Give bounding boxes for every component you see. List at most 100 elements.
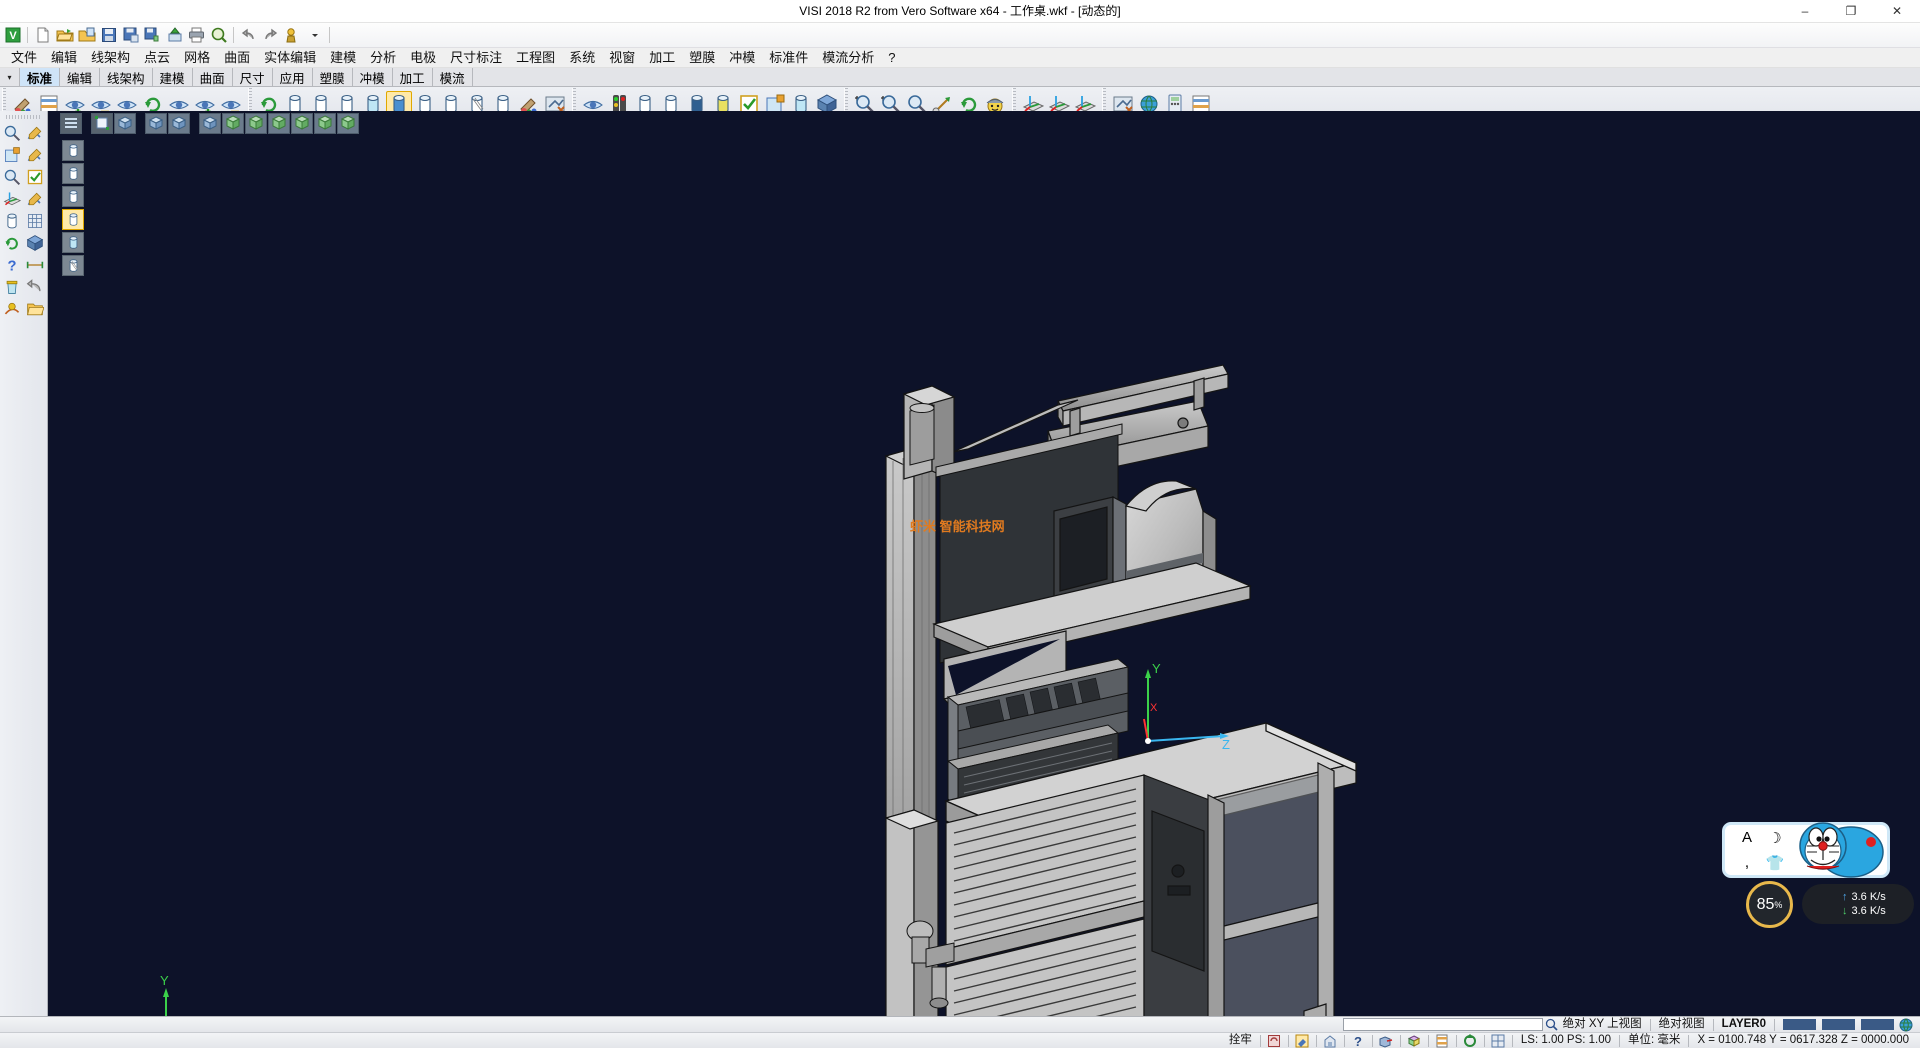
menu-item-12[interactable]: 系统 (562, 48, 602, 68)
color-palette-icon[interactable] (1, 210, 24, 232)
snap-help-icon[interactable]: ? (1350, 1033, 1367, 1048)
viewport-canvas[interactable]: Y Z X Y Z X 虾米 智能科技网 (48, 111, 1920, 1016)
view-right-icon[interactable] (245, 113, 267, 134)
tab-0[interactable]: 标准 (20, 68, 60, 86)
snap-home-icon[interactable] (1322, 1033, 1339, 1048)
status-layer[interactable]: LAYER0 (1719, 1017, 1769, 1032)
snap-grid-icon[interactable] (1490, 1033, 1507, 1048)
undo-icon[interactable] (238, 25, 259, 46)
menu-item-8[interactable]: 分析 (363, 48, 403, 68)
analysis-tool-icon[interactable] (1, 298, 24, 320)
view-list-icon[interactable] (60, 113, 82, 134)
tab-6[interactable]: 应用 (273, 68, 313, 86)
open-folder-icon[interactable] (54, 25, 75, 46)
maximize-button[interactable]: ❐ (1828, 0, 1874, 23)
save-icon[interactable] (98, 25, 119, 46)
menu-item-7[interactable]: 建模 (323, 48, 363, 68)
snap-magnet-icon[interactable] (1294, 1033, 1311, 1048)
palette-section-icon[interactable] (62, 255, 84, 276)
menu-item-17[interactable]: 标准件 (762, 48, 815, 68)
palette-shaded-icon[interactable] (62, 209, 84, 230)
view-top-icon[interactable] (222, 113, 244, 134)
workplane-tool-icon[interactable] (1, 188, 24, 210)
redo-icon[interactable] (260, 25, 281, 46)
tab-1[interactable]: 编辑 (60, 68, 100, 86)
tab-3[interactable]: 建模 (153, 68, 193, 86)
menu-item-5[interactable]: 曲面 (217, 48, 257, 68)
edit-curve-icon[interactable] (24, 188, 47, 210)
undo-tool-icon[interactable] (24, 276, 47, 298)
minimize-button[interactable]: – (1782, 0, 1828, 23)
snap-cube-icon[interactable] (1406, 1033, 1423, 1048)
view-front-icon[interactable] (199, 113, 221, 134)
status-search-input[interactable] (1343, 1018, 1543, 1031)
menu-item-13[interactable]: 视窗 (602, 48, 642, 68)
tab-5[interactable]: 尺寸 (233, 68, 273, 86)
grid-view-icon[interactable] (24, 210, 47, 232)
tab-2[interactable]: 线架构 (100, 68, 153, 86)
print-preview-icon[interactable] (208, 25, 229, 46)
menu-item-16[interactable]: 冲模 (722, 48, 762, 68)
menu-item-19[interactable]: ? (881, 48, 902, 68)
menu-item-18[interactable]: 模流分析 (815, 48, 881, 68)
menu-item-1[interactable]: 编辑 (44, 48, 84, 68)
solid-cube-tool-icon[interactable] (24, 232, 47, 254)
menu-item-2[interactable]: 线架构 (84, 48, 137, 68)
color-swatch-2[interactable] (1822, 1019, 1855, 1030)
palette-transparent-icon[interactable] (62, 232, 84, 253)
measure-tool-icon[interactable] (24, 254, 47, 276)
palette-hidden-icon[interactable] (62, 186, 84, 207)
snap-off-icon[interactable] (1266, 1033, 1283, 1048)
tab-4[interactable]: 曲面 (193, 68, 233, 86)
save-all-icon[interactable] (142, 25, 163, 46)
tab-8[interactable]: 冲模 (353, 68, 393, 86)
menu-item-0[interactable]: 文件 (4, 48, 44, 68)
help-tool-icon[interactable]: ? (1, 254, 24, 276)
view-bottom-icon[interactable] (314, 113, 336, 134)
tab-7[interactable]: 塑膜 (313, 68, 353, 86)
zoom-plus-icon[interactable] (1, 166, 24, 188)
close-button[interactable]: ✕ (1874, 0, 1920, 23)
palette-list-icon[interactable] (62, 140, 84, 161)
search-icon[interactable] (1543, 1017, 1560, 1032)
widget-percent-gauge[interactable]: 85% (1746, 881, 1793, 928)
menu-item-3[interactable]: 点云 (137, 48, 177, 68)
globe-icon[interactable] (1897, 1017, 1914, 1032)
delete-tool-icon[interactable] (1, 276, 24, 298)
snap-entity-icon[interactable] (1378, 1033, 1395, 1048)
left-palette-grip[interactable] (6, 115, 42, 119)
tab-10[interactable]: 模流 (433, 68, 473, 86)
tabstrip-dropdown-icon[interactable]: ▾ (0, 68, 20, 86)
menu-item-4[interactable]: 网格 (177, 48, 217, 68)
open-part-icon[interactable] (76, 25, 97, 46)
draw-line-icon[interactable] (24, 122, 47, 144)
new-file-icon[interactable] (32, 25, 53, 46)
save-as-icon[interactable] (120, 25, 141, 46)
palette-wireframe-icon[interactable] (62, 163, 84, 184)
draw-curve-icon[interactable] (24, 144, 47, 166)
confirm-check-icon[interactable] (24, 166, 47, 188)
print-icon[interactable] (186, 25, 207, 46)
select-window-icon[interactable] (1, 144, 24, 166)
view-shaded-icon[interactable] (145, 113, 167, 134)
customize-dropdown-icon[interactable] (304, 25, 325, 46)
menu-item-14[interactable]: 加工 (642, 48, 682, 68)
snap-rotate-icon[interactable] (1462, 1033, 1479, 1048)
view-iso-icon[interactable] (114, 113, 136, 134)
open-folder-tool-icon[interactable] (24, 298, 47, 320)
export-icon[interactable] (164, 25, 185, 46)
menu-item-6[interactable]: 实体编辑 (257, 48, 323, 68)
menu-item-15[interactable]: 塑膜 (682, 48, 722, 68)
view-axono-icon[interactable] (337, 113, 359, 134)
menu-item-9[interactable]: 电极 (403, 48, 443, 68)
menu-item-10[interactable]: 尺寸标注 (443, 48, 509, 68)
snap-layers-icon[interactable] (1434, 1033, 1451, 1048)
view-back-icon[interactable] (291, 113, 313, 134)
view-fit-icon[interactable] (91, 113, 113, 134)
view-wire-icon[interactable] (168, 113, 190, 134)
widget-card[interactable]: A ☽ , 👕 (1722, 822, 1890, 878)
color-swatch-3[interactable] (1861, 1019, 1894, 1030)
refresh-tool-icon[interactable] (1, 232, 24, 254)
zoom-tool-icon[interactable] (1, 122, 24, 144)
color-swatch-1[interactable] (1783, 1019, 1816, 1030)
